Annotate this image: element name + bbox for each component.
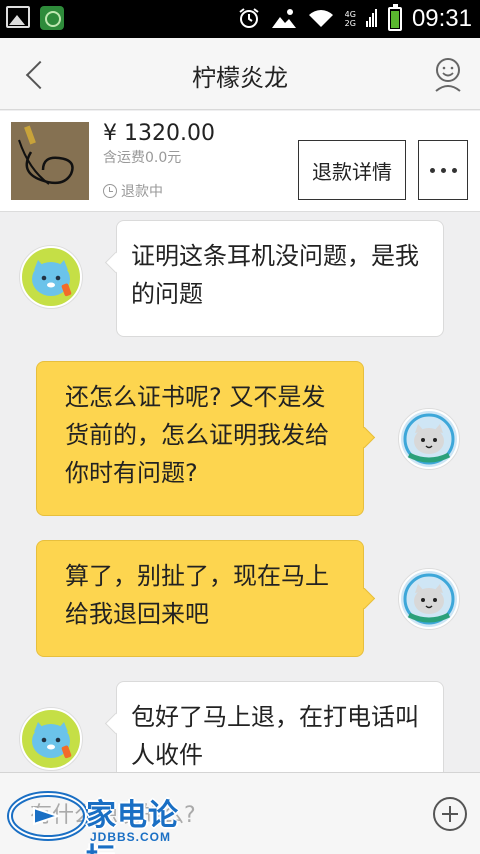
battery-icon: [387, 4, 402, 31]
smiley-face-icon: [435, 58, 461, 92]
refund-status-label: 退款中: [121, 184, 163, 200]
seller-avatar[interactable]: [20, 708, 82, 770]
refund-status: 退款中: [103, 181, 163, 201]
message-bubble[interactable]: 算了，别扯了，现在马上给我退回来吧: [36, 540, 364, 657]
message-input-bar: [0, 772, 480, 854]
alarm-icon: [237, 6, 261, 33]
seller-avatar[interactable]: [20, 246, 82, 308]
more-button[interactable]: [418, 140, 468, 200]
product-summary: ¥ 1320.00 含运费0.0元 退款中 退款详情: [0, 111, 480, 212]
message-input[interactable]: [30, 795, 410, 835]
product-thumbnail[interactable]: [11, 122, 89, 200]
more-dots-icon: [429, 167, 435, 173]
network-indicator: 4G 2G: [344, 10, 356, 28]
chat-header: 柠檬炎龙: [0, 38, 480, 110]
profile-button[interactable]: [434, 58, 462, 92]
weather-icon: [271, 6, 297, 33]
wifi-icon: [307, 7, 335, 32]
signal-icon: [365, 7, 378, 31]
message-bubble[interactable]: 证明这条耳机没问题，是我的问题: [116, 220, 444, 337]
product-price: ¥ 1320.00: [103, 121, 215, 146]
buyer-avatar[interactable]: [398, 568, 460, 630]
plus-circle-icon[interactable]: [433, 797, 467, 831]
message-text: 包好了马上退，在打电话叫人收件: [131, 703, 419, 769]
app-notification-icon: [40, 6, 64, 30]
chat-title: 柠檬炎龙: [192, 64, 288, 92]
clock-icon: [103, 184, 117, 198]
message-text: 还怎么证书呢? 又不是发货前的，怎么证明我发给你时有问题?: [65, 383, 329, 487]
gallery-notification-icon: [6, 6, 30, 28]
message-bubble[interactable]: 还怎么证书呢? 又不是发货前的，怎么证明我发给你时有问题?: [36, 361, 364, 516]
message-text: 证明这条耳机没问题，是我的问题: [131, 242, 419, 308]
status-time: 09:31: [411, 5, 472, 32]
refund-details-button[interactable]: 退款详情: [298, 140, 406, 200]
shipping-fee: 含运费0.0元: [103, 150, 182, 166]
message-text: 算了，别扯了，现在马上给我退回来吧: [65, 562, 329, 628]
buyer-avatar[interactable]: [398, 408, 460, 470]
status-bar: 4G 2G 09:31: [0, 0, 480, 38]
